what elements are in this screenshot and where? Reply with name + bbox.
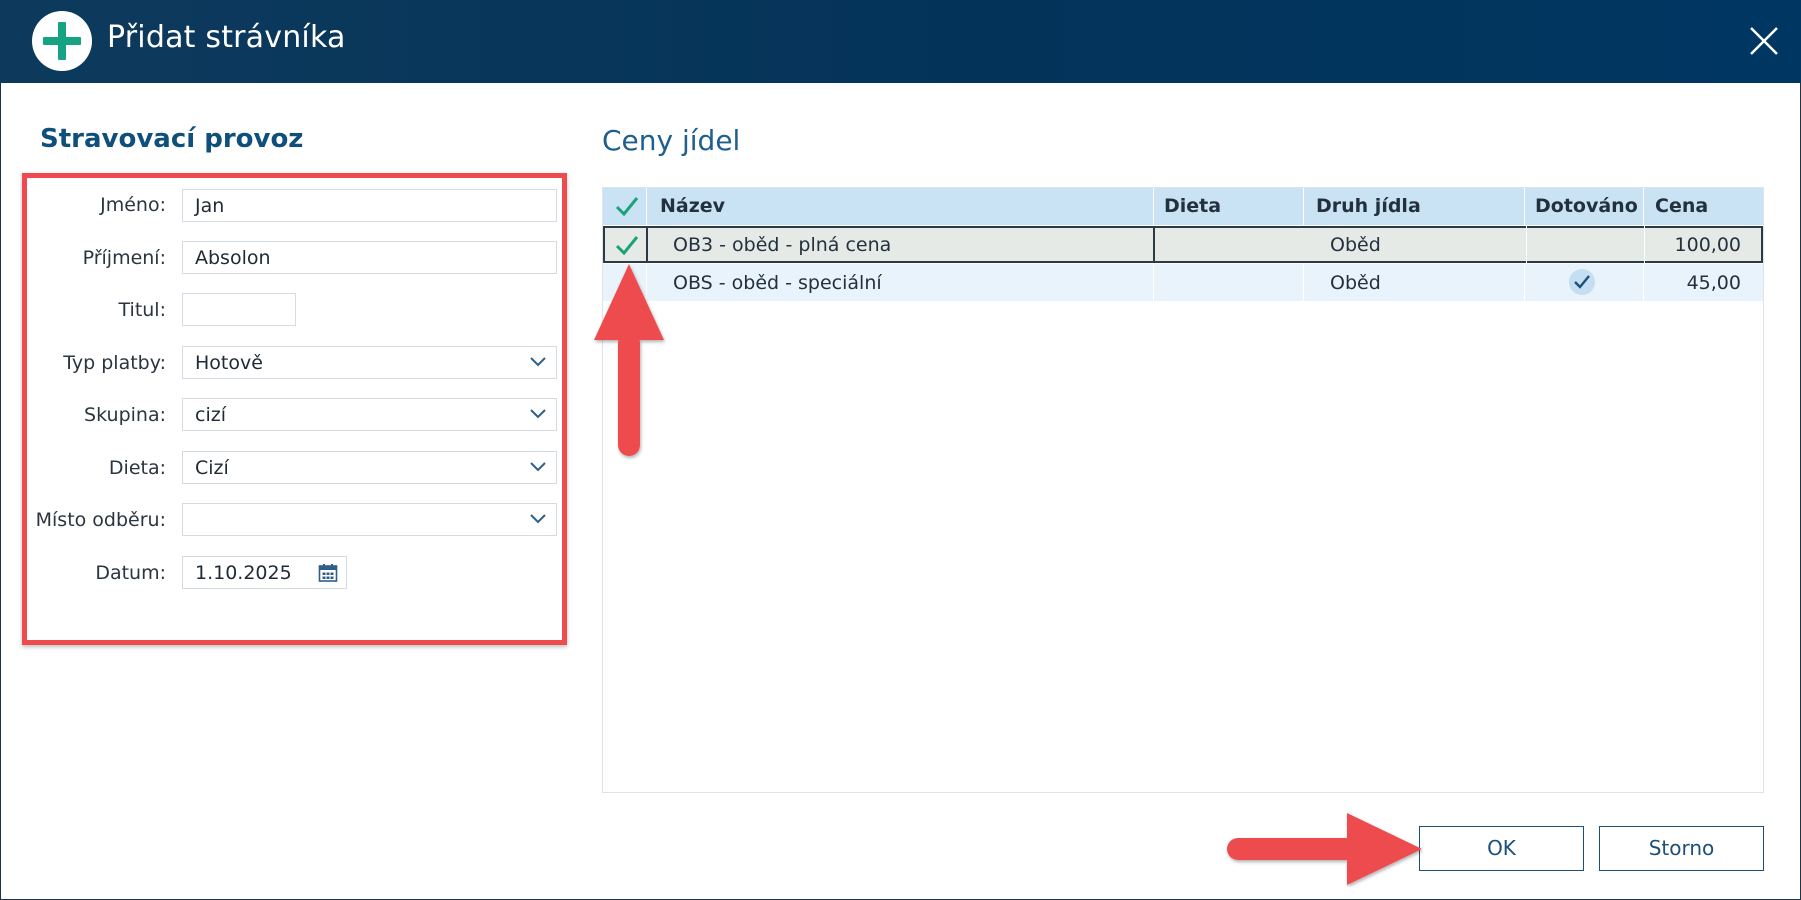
- grid-header: Název Dieta Druh jídla Dotováno Cena: [603, 188, 1763, 225]
- header-separator: [1524, 188, 1525, 225]
- misto-odberu-select[interactable]: [182, 503, 557, 536]
- cell-separator: [1643, 264, 1644, 301]
- typ-platby-select[interactable]: Hotově: [182, 346, 557, 379]
- cell-separator: [646, 226, 648, 263]
- chevron-down-icon: [530, 357, 546, 367]
- table-row[interactable]: OB3 - oběd - plná cena Oběd 100,00: [603, 226, 1763, 263]
- dieta-value: Cizí: [195, 457, 229, 479]
- chevron-down-icon: [530, 462, 546, 472]
- titul-input[interactable]: [182, 293, 296, 326]
- title-bar: Přidat strávníka: [0, 0, 1801, 83]
- row-cena: 100,00: [1674, 234, 1741, 256]
- dotovano-check: [1569, 269, 1595, 295]
- storno-button[interactable]: Storno: [1599, 826, 1764, 871]
- typ-platby-label: Typ platby:: [63, 352, 166, 374]
- jmeno-value: Jan: [195, 195, 225, 217]
- skupina-value: cizí: [195, 404, 226, 426]
- check-icon: [1574, 275, 1590, 289]
- column-nazev[interactable]: Název: [660, 195, 725, 217]
- chevron-down-icon: [530, 409, 546, 419]
- calendar-icon[interactable]: [318, 563, 338, 583]
- cell-separator: [1526, 226, 1527, 263]
- jmeno-input[interactable]: Jan: [182, 189, 557, 222]
- plus-circle-icon: [32, 11, 92, 71]
- row-druh: Oběd: [1330, 272, 1381, 294]
- section-title: Stravovací provoz: [40, 124, 304, 154]
- row-nazev: OBS - oběd - speciální: [673, 272, 882, 294]
- prijmeni-label: Příjmení:: [82, 247, 166, 269]
- jmeno-label: Jméno:: [100, 194, 166, 216]
- datum-value: 1.10.2025: [195, 562, 292, 584]
- check-icon[interactable]: [615, 195, 639, 217]
- close-button[interactable]: [1747, 24, 1781, 58]
- dieta-select[interactable]: Cizí: [182, 451, 557, 484]
- datum-input[interactable]: 1.10.2025: [182, 556, 347, 589]
- row-cena: 45,00: [1686, 272, 1741, 294]
- column-dieta[interactable]: Dieta: [1164, 195, 1221, 217]
- prices-title: Ceny jídel: [602, 124, 741, 157]
- skupina-select[interactable]: cizí: [182, 398, 557, 431]
- cell-separator: [1524, 264, 1525, 301]
- cell-separator: [1303, 264, 1304, 301]
- annotation-arrow-right-icon: [1227, 813, 1422, 885]
- annotation-arrow-up-icon: [594, 264, 664, 456]
- datum-label: Datum:: [95, 562, 166, 584]
- header-separator: [1643, 188, 1644, 225]
- close-icon: [1750, 27, 1778, 55]
- chevron-down-icon: [530, 514, 546, 524]
- prijmeni-value: Absolon: [195, 247, 271, 269]
- table-row[interactable]: OBS - oběd - speciální Oběd 45,00: [603, 264, 1763, 301]
- row-nazev: OB3 - oběd - plná cena: [673, 234, 892, 256]
- ok-button[interactable]: OK: [1419, 826, 1584, 871]
- cell-separator: [1153, 264, 1154, 301]
- cell-separator: [1153, 226, 1155, 263]
- window-title: Přidat strávníka: [107, 20, 346, 55]
- header-separator: [1153, 188, 1154, 225]
- typ-platby-value: Hotově: [195, 352, 263, 374]
- column-dotovano[interactable]: Dotováno: [1535, 195, 1638, 217]
- misto-odberu-label: Místo odběru:: [35, 509, 166, 531]
- column-cena[interactable]: Cena: [1655, 195, 1708, 217]
- prijmeni-input[interactable]: Absolon: [182, 241, 557, 274]
- titul-label: Titul:: [118, 299, 166, 321]
- header-separator: [1303, 188, 1304, 225]
- row-druh: Oběd: [1330, 234, 1381, 256]
- header-separator: [646, 188, 647, 225]
- check-icon[interactable]: [615, 234, 639, 256]
- skupina-label: Skupina:: [84, 404, 166, 426]
- column-druh-jidla[interactable]: Druh jídla: [1316, 195, 1421, 217]
- cell-separator: [1644, 226, 1645, 263]
- dieta-label: Dieta:: [108, 457, 166, 479]
